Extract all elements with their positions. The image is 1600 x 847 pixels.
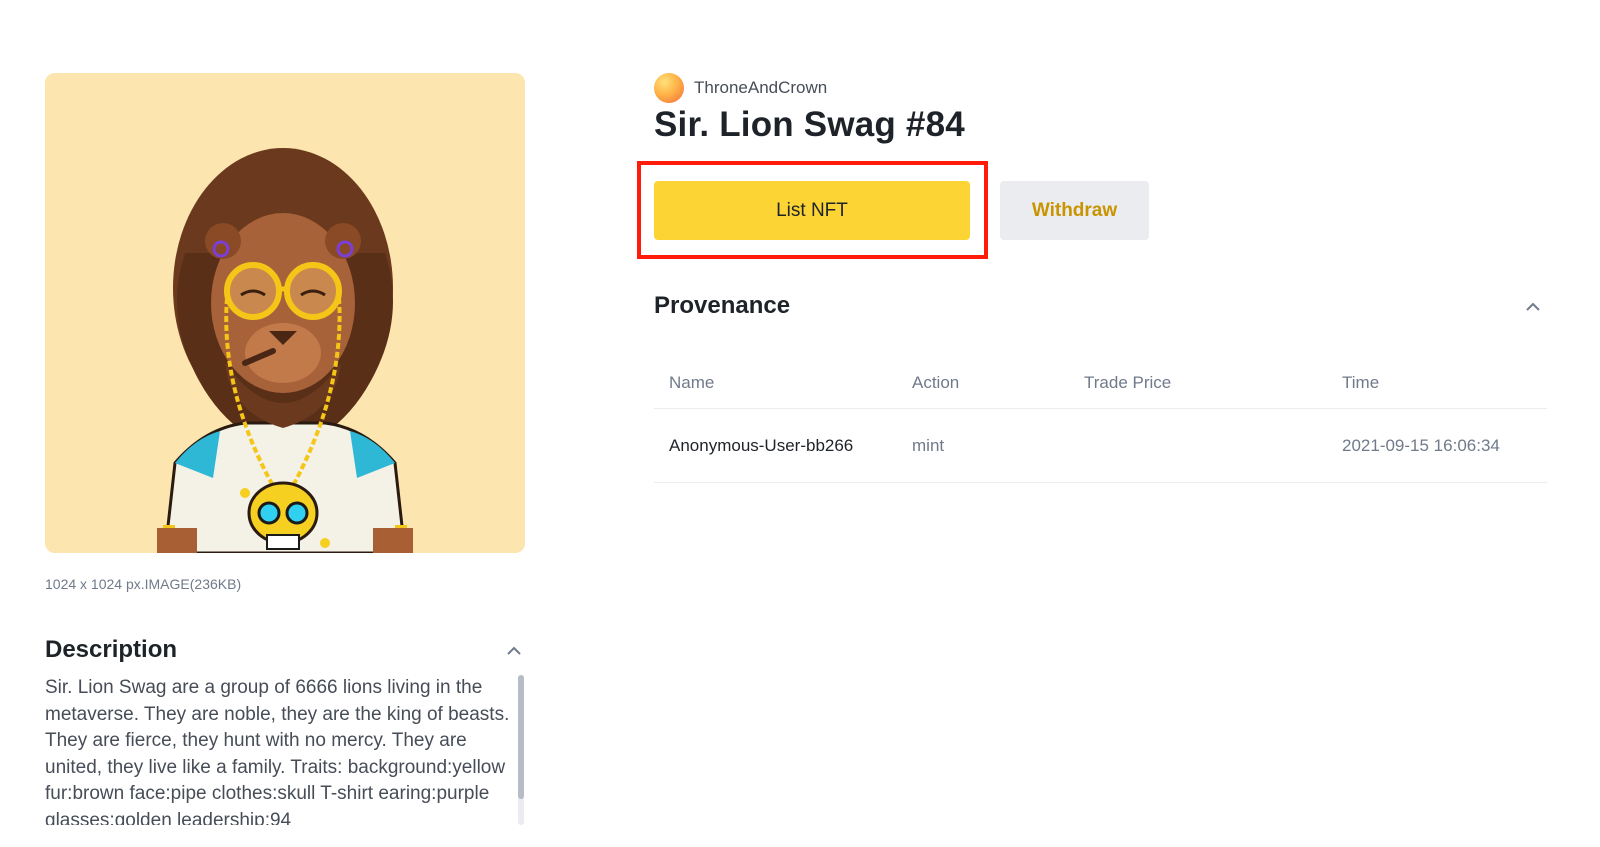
chevron-up-icon[interactable]: [503, 639, 525, 661]
row-time: 2021-09-15 16:06:34: [1342, 435, 1500, 455]
table-row: Anonymous-User-bb266 mint 2021-09-15 16:…: [654, 409, 1547, 483]
scrollbar-thumb[interactable]: [518, 675, 524, 799]
row-name[interactable]: Anonymous-User-bb266: [654, 436, 912, 456]
description-header[interactable]: Description: [45, 635, 525, 665]
table-header-row: Name Action Trade Price Time: [654, 357, 1547, 409]
description-body[interactable]: Sir. Lion Swag are a group of 6666 lions…: [45, 675, 525, 825]
description-title: Description: [45, 636, 178, 663]
column-header-action: Action: [912, 372, 960, 392]
withdraw-button[interactable]: Withdraw: [1000, 181, 1149, 240]
provenance-title: Provenance: [654, 292, 791, 319]
creator-avatar: [654, 73, 684, 103]
provenance-table: Name Action Trade Price Time Anonymous-U…: [654, 357, 1547, 483]
column-header-time: Time: [1342, 372, 1380, 392]
provenance-header[interactable]: Provenance: [654, 291, 1544, 321]
image-meta: 1024 x 1024 px.IMAGE(236KB): [45, 576, 242, 592]
description-text: Sir. Lion Swag are a group of 6666 lions…: [45, 677, 510, 825]
chevron-up-icon[interactable]: [1522, 295, 1544, 317]
row-action: mint: [912, 435, 945, 455]
nft-artwork[interactable]: [45, 73, 525, 553]
list-nft-button[interactable]: List NFT: [654, 181, 970, 240]
lion-nft-artwork: [45, 73, 525, 553]
column-header-name: Name: [669, 372, 715, 392]
description-scrollbar[interactable]: [518, 675, 524, 825]
nft-title: Sir. Lion Swag #84: [654, 105, 965, 144]
creator-name: ThroneAndCrown: [694, 78, 828, 97]
column-header-trade-price: Trade Price: [1084, 372, 1172, 392]
creator-link[interactable]: ThroneAndCrown: [654, 73, 827, 103]
